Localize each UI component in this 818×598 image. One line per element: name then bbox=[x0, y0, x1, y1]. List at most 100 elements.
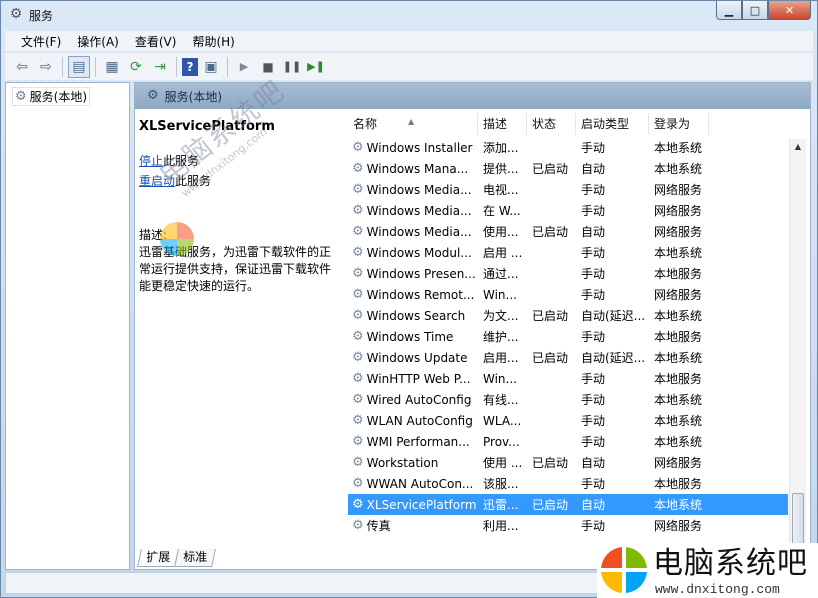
service-description-cell: Prov... bbox=[483, 434, 520, 449]
scrollbar-thumb[interactable] bbox=[792, 493, 804, 545]
toolbar-separator bbox=[95, 56, 96, 77]
service-log-on-as-cell: 本地系统 bbox=[654, 309, 703, 323]
gear-icon: ⚙ bbox=[352, 182, 364, 197]
service-row[interactable]: ⚙ Windows Modul... 启用 ... 手动 本地系统 bbox=[348, 242, 788, 263]
maximize-button[interactable]: □ bbox=[742, 1, 768, 20]
selected-service-name: XLServicePlatform bbox=[139, 119, 275, 134]
properties-icon[interactable]: ▦ bbox=[101, 56, 123, 78]
gear-icon: ⚙ bbox=[15, 88, 27, 104]
gear-icon: ⚙ bbox=[352, 308, 364, 323]
refresh-icon[interactable]: ⟳ bbox=[125, 56, 147, 78]
service-description-cell: 通过... bbox=[483, 267, 519, 281]
service-log-on-as-cell: 网络服务 bbox=[654, 519, 703, 533]
minimize-button[interactable]: ▁ bbox=[716, 1, 742, 20]
title-bar[interactable]: ⚙ 服务 ▁ □ ✕ bbox=[1, 1, 817, 29]
service-name: Windows Media... bbox=[366, 182, 472, 197]
service-status-cell: 已启动 bbox=[532, 162, 569, 176]
pause-service-icon[interactable]: ❚❚ bbox=[281, 56, 303, 78]
menu-help[interactable]: 帮助(H) bbox=[184, 33, 242, 50]
service-name: WLAN AutoConfig bbox=[366, 413, 473, 428]
service-row[interactable]: ⚙ WWAN AutoCon... 该服... 手动 本地服务 bbox=[348, 473, 788, 494]
service-log-on-as-cell: 本地系统 bbox=[654, 162, 703, 176]
stop-service-link[interactable]: 停止 bbox=[139, 154, 163, 168]
start-service-icon[interactable]: ▶ bbox=[233, 56, 255, 78]
service-rows: ⚙ Windows Installer 添加... 手动 本地系统 ⚙ Windows Ma… bbox=[348, 137, 788, 536]
menu-action[interactable]: 操作(A) bbox=[69, 33, 127, 50]
service-name-cell: ⚙ WMI Performan... bbox=[348, 434, 478, 449]
close-button[interactable]: ✕ bbox=[768, 1, 811, 20]
service-name: 传真 bbox=[366, 519, 391, 533]
vertical-scrollbar[interactable]: ▲ ▼ bbox=[789, 139, 806, 545]
service-name: WMI Performan... bbox=[366, 434, 470, 449]
service-log-on-as-cell: 网络服务 bbox=[654, 456, 703, 470]
service-name-cell: ⚙ Windows Media... bbox=[348, 224, 478, 239]
gear-icon: ⚙ bbox=[147, 88, 159, 103]
service-row[interactable]: ⚙ Windows Search 为文... 已启动 自动(延迟... 本地系统 bbox=[348, 305, 788, 326]
service-startup-type-cell: 手动 bbox=[581, 288, 606, 302]
gear-icon: ⚙ bbox=[352, 371, 364, 386]
service-row[interactable]: ⚙ WMI Performan... Prov... 手动 本地系统 bbox=[348, 431, 788, 452]
service-startup-type-cell: 手动 bbox=[581, 183, 606, 197]
service-description-cell: Win... bbox=[483, 287, 517, 302]
service-row[interactable]: ⚙ Windows Time 维护... 手动 本地服务 bbox=[348, 326, 788, 347]
service-name-cell: ⚙ Windows Media... bbox=[348, 203, 478, 218]
column-header-name[interactable]: ▲ 名称 bbox=[348, 113, 478, 135]
forward-icon[interactable]: ⇨ bbox=[35, 56, 57, 78]
service-row[interactable]: ⚙ Windows Media... 使用... 已启动 自动 网络服务 bbox=[348, 221, 788, 242]
menu-view[interactable]: 查看(V) bbox=[127, 33, 185, 50]
service-description-cell: 使用 ... bbox=[483, 456, 523, 470]
action-pane-icon[interactable]: ▣ bbox=[200, 56, 222, 78]
service-row[interactable]: ⚙ Windows Media... 在 W... 手动 网络服务 bbox=[348, 200, 788, 221]
show-hide-tree-icon[interactable]: ▤ bbox=[68, 55, 90, 78]
service-name-cell: ⚙ Windows Media... bbox=[348, 182, 478, 197]
tree-item-label: 服务(本地) bbox=[29, 90, 88, 104]
window-title: 服务 bbox=[29, 9, 54, 23]
service-description-cell: 提供... bbox=[483, 162, 519, 176]
service-row[interactable]: ⚙ WLAN AutoConfig WLA... 手动 本地系统 bbox=[348, 410, 788, 431]
column-header-startup-type[interactable]: 启动类型 bbox=[576, 113, 649, 135]
column-header-status[interactable]: 状态 bbox=[527, 113, 576, 135]
minimize-icon: ▁ bbox=[724, 3, 734, 17]
service-row[interactable]: ⚙ Windows Presen... 通过... 手动 本地服务 bbox=[348, 263, 788, 284]
service-name-cell: ⚙ Windows Presen... bbox=[348, 266, 478, 281]
tab-extended[interactable]: 扩展 bbox=[137, 549, 179, 567]
gear-icon: ⚙ bbox=[352, 245, 364, 260]
service-row[interactable]: ⚙ XLServicePlatform 迅雷... 已启动 自动 本地系统 bbox=[348, 494, 788, 515]
tree-item-services-local[interactable]: ⚙ 服务(本地) bbox=[12, 87, 91, 106]
service-row[interactable]: ⚙ Windows Mana... 提供... 已启动 自动 本地系统 bbox=[348, 158, 788, 179]
restart-service-link[interactable]: 重启动 bbox=[139, 174, 175, 188]
service-status-cell: 已启动 bbox=[532, 456, 569, 470]
service-startup-type-cell: 自动 bbox=[581, 162, 606, 176]
column-header-log-on-as[interactable]: 登录为 bbox=[649, 113, 709, 135]
service-name: XLServicePlatform bbox=[366, 497, 477, 512]
service-row[interactable]: ⚙ Windows Media... 电视... 手动 网络服务 bbox=[348, 179, 788, 200]
service-row[interactable]: ⚙ Windows Remot... Win... 手动 网络服务 bbox=[348, 284, 788, 305]
service-log-on-as-cell: 本地系统 bbox=[654, 498, 703, 512]
service-row[interactable]: ⚙ 传真 利用... 手动 网络服务 bbox=[348, 515, 788, 536]
gear-icon: ⚙ bbox=[352, 350, 364, 365]
export-list-icon[interactable]: ⇥ bbox=[149, 56, 171, 78]
back-icon[interactable]: ⇦ bbox=[11, 56, 33, 78]
service-row[interactable]: ⚙ WinHTTP Web P... Win... 手动 本地服务 bbox=[348, 368, 788, 389]
restart-service-icon[interactable]: ▶❚ bbox=[305, 56, 327, 78]
service-description-cell: 使用... bbox=[483, 225, 519, 239]
gear-icon: ⚙ bbox=[352, 413, 364, 428]
tab-standard[interactable]: 标准 bbox=[174, 549, 216, 567]
service-description-cell: 迅雷... bbox=[483, 498, 519, 512]
service-row[interactable]: ⚙ Windows Update 启用... 已启动 自动(延迟... 本地系统 bbox=[348, 347, 788, 368]
service-details: XLServicePlatform 停止此服务 重启动此服务 描述: 迅雷基础服… bbox=[139, 115, 335, 535]
service-log-on-as-cell: 本地系统 bbox=[654, 393, 703, 407]
scroll-up-icon[interactable]: ▲ bbox=[790, 139, 806, 155]
service-row[interactable]: ⚙ Wired AutoConfig 有线... 手动 本地系统 bbox=[348, 389, 788, 410]
service-row[interactable]: ⚙ Windows Installer 添加... 手动 本地系统 bbox=[348, 137, 788, 158]
service-description-cell: 维护... bbox=[483, 330, 519, 344]
gear-icon: ⚙ bbox=[352, 518, 364, 533]
menu-file[interactable]: 文件(F) bbox=[13, 33, 69, 50]
help-icon[interactable]: ? bbox=[182, 57, 198, 76]
service-name-cell: ⚙ Windows Search bbox=[348, 308, 478, 323]
gear-icon: ⚙ bbox=[352, 287, 364, 302]
service-row[interactable]: ⚙ Workstation 使用 ... 已启动 自动 网络服务 bbox=[348, 452, 788, 473]
stop-service-icon[interactable]: ■ bbox=[257, 56, 279, 78]
service-log-on-as-cell: 本地系统 bbox=[654, 246, 703, 260]
column-header-description[interactable]: 描述 bbox=[478, 113, 527, 135]
